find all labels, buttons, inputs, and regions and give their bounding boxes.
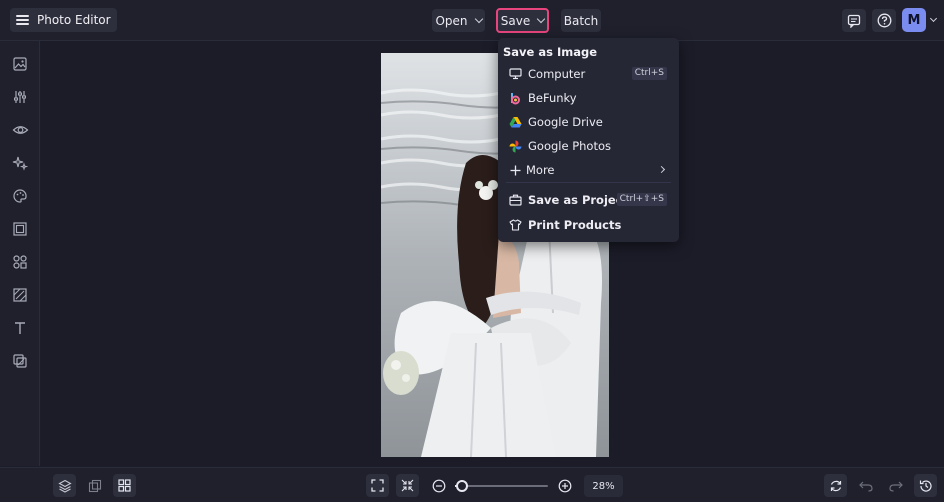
menu-item-befunky[interactable]: BeFunky bbox=[498, 86, 679, 110]
save-button[interactable]: Save bbox=[496, 8, 549, 33]
menu-item-label: Print Products bbox=[528, 218, 622, 232]
plus-icon bbox=[508, 163, 522, 177]
actual-size-button[interactable] bbox=[396, 474, 419, 497]
layers-button[interactable] bbox=[53, 474, 76, 497]
befunky-logo-icon bbox=[508, 91, 522, 105]
menu-item-computer[interactable]: Computer Ctrl+S bbox=[498, 62, 679, 86]
redo-icon bbox=[888, 481, 903, 492]
textures-icon[interactable] bbox=[10, 351, 30, 371]
chevron-right-icon bbox=[657, 165, 666, 174]
menu-item-print-products[interactable]: Print Products bbox=[498, 213, 679, 237]
avatar[interactable]: M bbox=[902, 8, 926, 32]
batch-label: Batch bbox=[563, 13, 599, 28]
shortcut-badge: Ctrl+S bbox=[631, 67, 667, 80]
top-bar: Photo Editor Open Save Batch M bbox=[0, 0, 944, 41]
menu-item-google-photos[interactable]: Google Photos bbox=[498, 134, 679, 158]
zoom-out-button[interactable] bbox=[427, 474, 450, 497]
collapse-icon bbox=[401, 479, 414, 492]
main-menu-button[interactable]: Photo Editor bbox=[10, 8, 117, 32]
adjust-sliders-icon[interactable] bbox=[10, 87, 30, 107]
feedback-icon bbox=[847, 14, 861, 28]
menu-item-label: More bbox=[526, 163, 555, 177]
help-icon bbox=[877, 13, 891, 28]
effects-sparkle-icon[interactable] bbox=[10, 153, 30, 173]
grid-button[interactable] bbox=[113, 474, 136, 497]
history-button[interactable] bbox=[914, 474, 937, 497]
grid-icon bbox=[118, 479, 131, 492]
zoom-level-input[interactable]: 28% bbox=[584, 475, 623, 497]
menu-item-save-as-project[interactable]: Save as Project Ctrl+⇧+S bbox=[498, 188, 679, 212]
refresh-icon bbox=[830, 480, 841, 491]
tshirt-icon bbox=[508, 218, 522, 232]
save-menu: Save as Image Computer Ctrl+S BeFunky Go… bbox=[498, 38, 679, 242]
menu-item-label: BeFunky bbox=[528, 91, 577, 105]
batch-button[interactable]: Batch bbox=[561, 9, 601, 32]
expand-icon bbox=[371, 479, 384, 492]
project-briefcase-icon bbox=[508, 193, 522, 207]
menu-item-google-drive[interactable]: Google Drive bbox=[498, 110, 679, 134]
zoom-slider-handle[interactable] bbox=[456, 480, 469, 492]
help-button[interactable] bbox=[872, 9, 896, 32]
chevron-down-icon bbox=[536, 14, 546, 24]
layers-icon bbox=[57, 479, 72, 493]
chevron-down-icon[interactable] bbox=[929, 14, 938, 23]
undo-icon bbox=[858, 481, 873, 492]
undo-button[interactable] bbox=[854, 474, 877, 497]
menu-item-label: Google Photos bbox=[528, 139, 612, 153]
zoom-out-icon bbox=[432, 479, 445, 492]
fit-screen-button[interactable] bbox=[366, 474, 389, 497]
save-label: Save bbox=[500, 13, 531, 28]
app-title: Photo Editor bbox=[37, 13, 111, 27]
monitor-icon bbox=[508, 67, 522, 81]
google-drive-icon bbox=[508, 115, 522, 129]
frames-icon[interactable] bbox=[10, 219, 30, 239]
bottom-bar: 28% bbox=[0, 467, 944, 502]
menu-item-label: Google Drive bbox=[528, 115, 603, 129]
compare-button[interactable] bbox=[83, 474, 106, 497]
graphics-shapes-icon[interactable] bbox=[10, 252, 30, 272]
menu-item-more[interactable]: More bbox=[498, 158, 679, 182]
left-sidebar bbox=[0, 41, 40, 466]
text-icon[interactable] bbox=[10, 318, 30, 338]
google-photos-icon bbox=[508, 139, 522, 153]
shortcut-badge: Ctrl+⇧+S bbox=[616, 193, 667, 206]
redo-button[interactable] bbox=[884, 474, 907, 497]
history-icon bbox=[919, 479, 932, 492]
zoom-slider[interactable] bbox=[455, 485, 548, 487]
menu-heading: Save as Image bbox=[503, 45, 598, 59]
menu-divider bbox=[506, 182, 671, 183]
overlays-icon[interactable] bbox=[10, 285, 30, 305]
compare-icon bbox=[88, 479, 101, 492]
eye-icon[interactable] bbox=[10, 120, 30, 140]
feedback-button[interactable] bbox=[842, 9, 866, 32]
zoom-in-button[interactable] bbox=[553, 474, 576, 497]
zoom-in-icon bbox=[558, 479, 571, 492]
open-label: Open bbox=[435, 13, 468, 28]
hamburger-icon bbox=[16, 15, 29, 25]
image-icon[interactable] bbox=[10, 54, 30, 74]
reset-button[interactable] bbox=[824, 474, 847, 497]
open-button[interactable]: Open bbox=[432, 9, 485, 32]
menu-item-label: Save as Project bbox=[528, 193, 629, 207]
artsy-palette-icon[interactable] bbox=[10, 186, 30, 206]
menu-item-label: Computer bbox=[528, 67, 586, 81]
chevron-down-icon bbox=[474, 14, 483, 24]
